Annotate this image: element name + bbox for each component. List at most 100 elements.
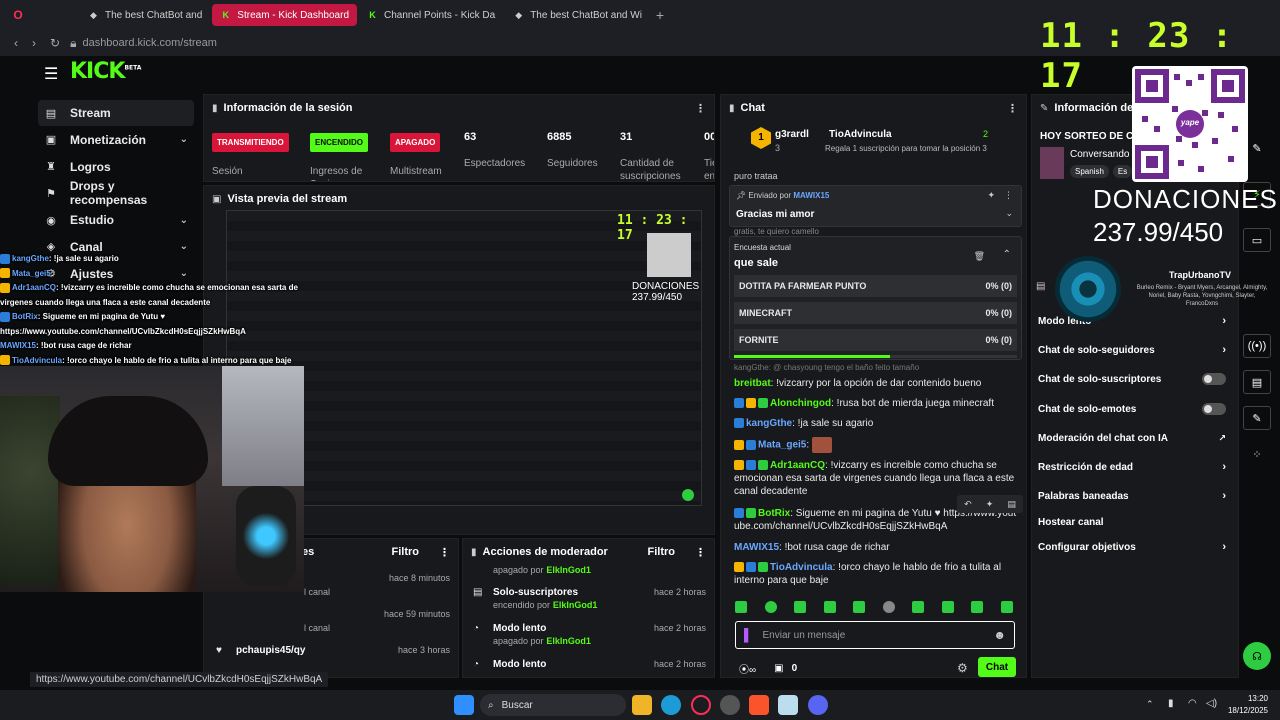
chevron-up-icon[interactable]: ⌃ <box>1003 249 1011 260</box>
more-options-icon[interactable]: ⋮ <box>1007 102 1018 115</box>
emote-icon[interactable] <box>853 601 866 613</box>
support-icon[interactable]: ☊ <box>1243 642 1271 670</box>
sidebar-item-stream[interactable]: ▤ Stream <box>38 100 194 126</box>
tab-stream-dashboard[interactable]: K Stream - Kick Dashboard <box>212 4 358 26</box>
session-info-header: ▮ Información de la sesión ⋮ <box>212 102 706 115</box>
more-options-icon[interactable]: ⋮ <box>439 546 450 559</box>
donations-title: DONACIONES <box>1093 184 1278 214</box>
setting-age-restriction[interactable]: Restricción de edad › <box>1038 457 1226 477</box>
forward-icon[interactable]: › <box>32 36 36 50</box>
second-name[interactable]: TioAdvincula <box>829 129 892 140</box>
emote-icon[interactable] <box>735 601 747 613</box>
setting-ai-moderation[interactable]: Moderación del chat con IA ↗ <box>1038 428 1226 448</box>
mic-icon[interactable]: ▌ <box>744 628 753 642</box>
delete-icon[interactable]: 🗑︎ <box>974 251 985 262</box>
discord-icon[interactable] <box>808 695 828 715</box>
filter-button[interactable]: Filtro <box>648 546 676 558</box>
emote-icon[interactable] <box>941 601 954 613</box>
chatbot-icon: ◆ <box>515 9 523 20</box>
setting-host-channel[interactable]: Hostear canal <box>1038 512 1226 532</box>
tray-chevron-up-icon[interactable]: ⌃ <box>1146 699 1154 710</box>
poll-option[interactable]: MINECRAFT 0% (0) <box>734 302 1017 324</box>
bot-icon <box>734 508 744 519</box>
edge-icon[interactable] <box>661 695 681 715</box>
gear-icon[interactable]: ⚙ <box>957 661 968 675</box>
opera-icon[interactable]: O <box>6 3 30 27</box>
chat-input[interactable]: ▌ Enviar un mensaje ☻ <box>735 621 1015 649</box>
more-options-icon[interactable]: ⋮ <box>695 546 706 559</box>
sidebar-item-drops[interactable]: ⚑ Drops y recompensas <box>38 179 194 207</box>
search-icon: ⌕ <box>488 699 494 711</box>
windows-start-icon[interactable] <box>454 695 474 715</box>
chatbot-icon: ◆ <box>90 9 97 20</box>
box-icon[interactable]: ▭ <box>1243 228 1271 252</box>
volume-icon[interactable]: ◁) <box>1206 698 1217 709</box>
kick-logo[interactable]: KICKBETA <box>70 59 141 84</box>
leader-name[interactable]: g3rardl <box>775 129 809 140</box>
chevron-down-icon[interactable]: ⌄ <box>1005 208 1013 219</box>
store-icon[interactable]: ▤ <box>1243 370 1271 394</box>
subscribers-only-toggle[interactable] <box>1202 373 1226 385</box>
back-icon[interactable]: ‹ <box>14 36 18 50</box>
emotes-only-toggle[interactable] <box>1202 403 1226 415</box>
headset-light <box>236 486 296 586</box>
setting-subscribers-only[interactable]: Chat de solo-suscriptores <box>1038 369 1226 389</box>
status-badge: TRANSMITIENDO <box>212 133 289 152</box>
status-badge: ENCENDIDO <box>310 133 369 152</box>
more-options-icon[interactable]: ⋮ <box>695 102 706 115</box>
pin-icon[interactable]: ✦ <box>986 499 994 510</box>
message-actions: ↶ ✦ ▤ <box>957 495 1023 513</box>
setting-goals[interactable]: Configurar objetivos › <box>1038 537 1226 557</box>
emote-icon[interactable] <box>912 601 925 613</box>
delete-icon[interactable]: ▤ <box>1007 499 1016 510</box>
emote-icon[interactable] <box>794 601 807 613</box>
menu-icon[interactable]: ☰ <box>44 64 58 84</box>
yape-logo: yape <box>1180 118 1200 127</box>
poll-card: Encuesta actual que sale 🗑︎ ⌃ DOTITA PA … <box>729 236 1022 360</box>
sidebar-item-achievements[interactable]: ♜ Logros <box>38 154 194 180</box>
tab-chatbot-2[interactable]: ◆ The best ChatBot and Wi <box>505 4 650 26</box>
setting-emotes-only[interactable]: Chat de solo-emotes <box>1038 399 1226 419</box>
file-explorer-icon[interactable] <box>632 695 652 715</box>
reload-icon[interactable]: ↻ <box>50 36 60 50</box>
emote-icon[interactable] <box>971 601 984 613</box>
obs-icon[interactable] <box>720 695 740 715</box>
tab-chatbot-1[interactable]: ◆ The best ChatBot and <box>80 4 210 26</box>
poll-option[interactable]: DOTITA PA FARMEAR PUNTO 0% (0) <box>734 275 1017 297</box>
sidebar-item-monetization[interactable]: ▣ Monetización ⌄ <box>38 127 194 153</box>
poll-option[interactable]: FORNITE 0% (0) <box>734 329 1017 351</box>
reply-icon[interactable]: ↶ <box>964 499 972 510</box>
chat-footer: ⦿∞ ▣ 0 <box>739 661 798 676</box>
taskbar-clock[interactable]: 13:20 18/12/2025 <box>1228 693 1268 717</box>
setting-banned-words[interactable]: Palabras baneadas › <box>1038 486 1226 506</box>
category-thumbnail <box>1040 147 1064 179</box>
wrench-icon[interactable]: ✎ <box>1243 406 1271 430</box>
url-field[interactable]: dashboard.kick.com/stream <box>82 37 217 49</box>
notepad-icon[interactable] <box>778 695 798 715</box>
broadcast-icon[interactable]: ((•)) <box>1243 334 1271 358</box>
opera-icon[interactable] <box>691 695 711 715</box>
taskbar-search[interactable]: ⌕ Buscar <box>480 694 626 716</box>
send-chat-button[interactable]: Chat <box>978 657 1016 677</box>
brave-icon[interactable] <box>749 695 769 715</box>
microphone-icon[interactable]: ▮ <box>1168 698 1174 709</box>
tab-channel-points[interactable]: K Channel Points - Kick Da <box>359 4 503 26</box>
sidebar-item-studio[interactable]: ◉ Estudio ⌄ <box>38 207 194 233</box>
emote-icon[interactable] <box>764 601 777 613</box>
emote-icon[interactable] <box>882 601 895 613</box>
infinity-icon[interactable]: ⦿∞ <box>739 661 756 676</box>
new-tab-button[interactable]: + <box>656 7 664 23</box>
filter-button[interactable]: Filtro <box>392 546 420 558</box>
leaderboard-rank-badge: 1 <box>751 127 771 149</box>
emote-icon[interactable] <box>1000 601 1013 613</box>
trophy-icon: ♜ <box>46 161 56 174</box>
slow-mode-icon: ◔ <box>473 623 480 634</box>
emoji-icon[interactable]: ☻ <box>993 628 1006 642</box>
setting-followers-only[interactable]: Chat de solo-seguidores › <box>1038 340 1226 360</box>
wifi-icon[interactable]: ◠ <box>1188 698 1197 709</box>
more-options-icon[interactable]: ⋮ <box>1004 190 1013 201</box>
unpin-icon[interactable]: ✦ <box>987 190 995 201</box>
points-icon[interactable]: ▣ <box>774 663 783 674</box>
group-icon[interactable]: ⁘ <box>1243 442 1271 466</box>
emote-icon[interactable] <box>823 601 836 613</box>
